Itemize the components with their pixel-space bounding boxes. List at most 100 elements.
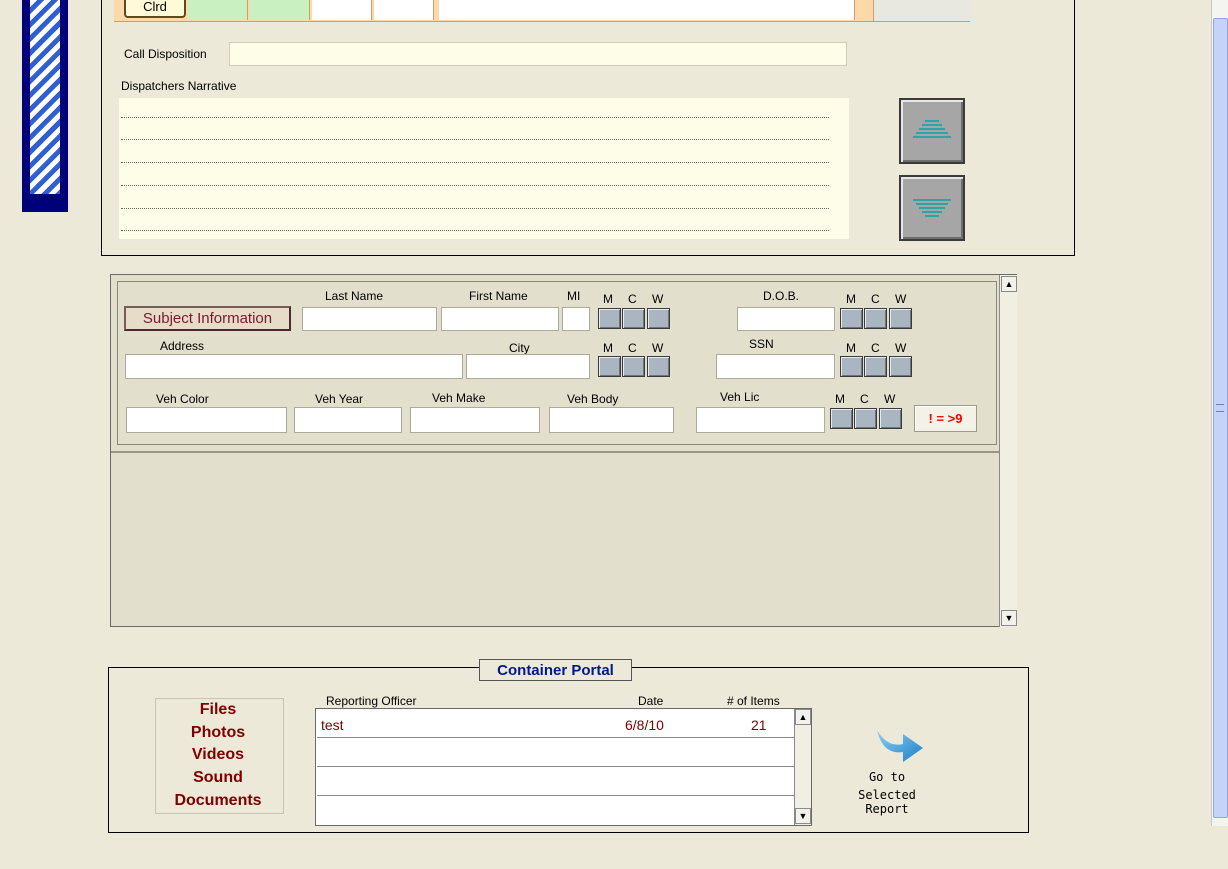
call-disposition-field[interactable] [229, 42, 847, 66]
col-items-header: # of Items [727, 694, 780, 708]
report-list-scrollbar[interactable]: ▲ ▼ [794, 709, 811, 825]
dispatch-panel: Clrd Call Disposition Dispatchers Narrat… [101, 0, 1075, 256]
dob-field[interactable] [737, 307, 835, 331]
report-row[interactable] [317, 767, 794, 796]
subject-information-button[interactable]: Subject Information [124, 306, 291, 331]
mcw-m-label: M [846, 292, 856, 306]
report-items: 21 [751, 717, 767, 733]
dob-w-button[interactable] [889, 308, 912, 329]
call-disposition-label: Call Disposition [124, 47, 207, 61]
status-cell-3 [312, 0, 372, 20]
grip-icon [1216, 404, 1224, 412]
mcw-m-label: M [603, 292, 613, 306]
first-name-field[interactable] [441, 307, 559, 331]
addr-w-button[interactable] [647, 356, 670, 377]
videos-link[interactable]: Videos [148, 746, 288, 764]
last-name-label: Last Name [325, 289, 384, 303]
veh-make-label: Veh Make [432, 391, 486, 405]
narrative-line [121, 230, 829, 231]
status-cell-1 [188, 0, 248, 20]
city-field[interactable] [466, 354, 590, 379]
window-scrollbar[interactable] [1211, 0, 1228, 826]
veh-make-field[interactable] [410, 407, 540, 433]
narrative-textarea[interactable] [119, 98, 849, 239]
narrative-line [121, 139, 829, 140]
scroll-down-arrow-icon[interactable]: ▼ [1001, 610, 1017, 626]
mcw-w-label: W [895, 341, 907, 355]
mcw-c-label: C [871, 292, 880, 306]
veh-body-field[interactable] [549, 407, 674, 433]
addr-m-button[interactable] [598, 356, 621, 377]
scroll-up-button[interactable] [899, 98, 965, 164]
ssn-field[interactable] [716, 354, 835, 379]
scroll-up-arrow-icon[interactable]: ▲ [1001, 276, 1017, 292]
veh-year-field[interactable] [294, 407, 402, 433]
flag-button[interactable]: ! = >9 [914, 405, 977, 432]
go-label: Go to [868, 770, 906, 784]
veh-m-button[interactable] [830, 408, 853, 429]
ssn-label: SSN [749, 337, 774, 351]
left-stripe-bar [22, 0, 68, 212]
addr-c-button[interactable] [622, 356, 645, 377]
mi-label: MI [567, 289, 581, 303]
top-strip-right-cell [873, 0, 970, 21]
report-row[interactable] [317, 796, 794, 825]
veh-lic-field[interactable] [696, 407, 825, 433]
mcw-w-label: W [895, 292, 907, 306]
triangle-down-icon [913, 199, 951, 217]
photos-link[interactable]: Photos [148, 724, 288, 742]
go-to-report-button[interactable]: Go to Selected Report [834, 722, 964, 816]
mcw-m-label: M [846, 341, 856, 355]
status-cell-5 [439, 0, 855, 20]
ssn-m-button[interactable] [840, 356, 863, 377]
veh-w-button[interactable] [879, 408, 902, 429]
go-label-2: Selected Report [858, 788, 916, 816]
documents-link[interactable]: Documents [148, 792, 288, 810]
dob-m-button[interactable] [840, 308, 863, 329]
files-link[interactable]: Files [148, 701, 288, 719]
dob-c-button[interactable] [864, 308, 887, 329]
container-portal-title: Container Portal [479, 659, 632, 681]
name-m-button[interactable] [598, 308, 621, 329]
scroll-up-arrow-icon[interactable]: ▲ [795, 709, 811, 725]
narrative-line [121, 185, 829, 186]
top-strip: Clrd [114, 0, 970, 22]
ssn-c-button[interactable] [864, 356, 887, 377]
report-officer: test [321, 717, 344, 733]
scroll-thumb[interactable] [1213, 18, 1228, 818]
veh-c-button[interactable] [854, 408, 877, 429]
mcw-c-label: C [628, 341, 637, 355]
narrative-line [121, 162, 829, 163]
city-label: City [509, 341, 530, 355]
last-name-field[interactable] [302, 307, 437, 331]
col-officer-header: Reporting Officer [326, 694, 417, 708]
sound-link[interactable]: Sound [148, 769, 288, 787]
stripe-pattern [30, 0, 60, 194]
report-date: 6/8/10 [625, 717, 664, 733]
mi-field[interactable] [562, 307, 590, 331]
subject-scrollbar[interactable]: ▲ ▼ [999, 275, 1017, 627]
narrative-line [121, 208, 829, 209]
scroll-down-button[interactable] [899, 175, 965, 241]
name-c-button[interactable] [622, 308, 645, 329]
address-label: Address [160, 339, 205, 353]
subject-divider [111, 451, 1000, 453]
scroll-down-arrow-icon[interactable]: ▼ [795, 808, 811, 824]
mcw-m-label: M [603, 341, 613, 355]
veh-body-label: Veh Body [567, 392, 619, 406]
triangle-up-icon [913, 120, 951, 138]
address-field[interactable] [125, 354, 463, 379]
ssn-w-button[interactable] [889, 356, 912, 377]
report-row[interactable]: test 6/8/10 21 [317, 709, 794, 738]
veh-color-field[interactable] [126, 407, 287, 433]
first-name-label: First Name [469, 289, 528, 303]
veh-year-label: Veh Year [315, 392, 364, 406]
veh-lic-label: Veh Lic [720, 390, 760, 404]
name-w-button[interactable] [647, 308, 670, 329]
narrative-line [121, 117, 829, 118]
report-row[interactable] [317, 738, 794, 767]
mcw-c-label: C [860, 392, 869, 406]
clrd-button[interactable]: Clrd [124, 0, 186, 18]
mcw-c-label: C [871, 341, 880, 355]
mcw-w-label: W [652, 292, 664, 306]
